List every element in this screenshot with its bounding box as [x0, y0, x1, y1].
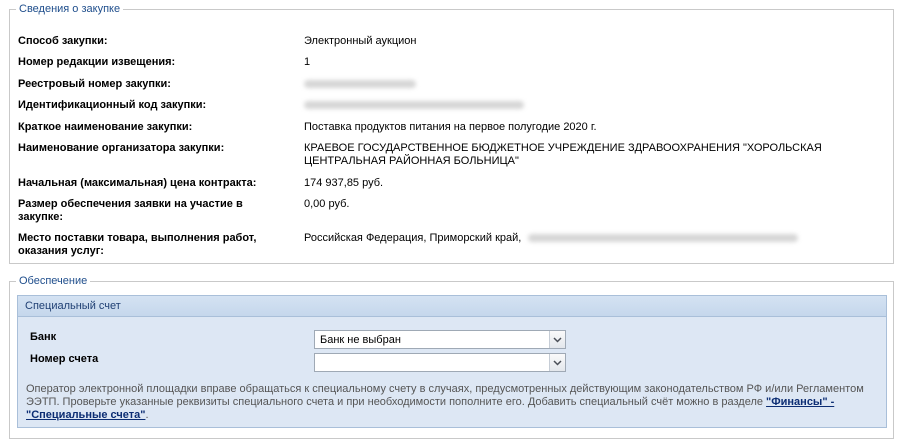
redacted-value [304, 80, 416, 89]
info-label: Место поставки товара, выполнения работ,… [18, 232, 257, 257]
info-value: 1 [304, 56, 311, 68]
info-label: Реестровый номер закупки: [18, 78, 171, 90]
bank-select[interactable]: Банк не выбран [314, 330, 566, 349]
info-value-redacted [304, 78, 869, 91]
redacted-value [528, 234, 799, 243]
info-value: 174 937,85 руб. [304, 177, 384, 189]
info-label: Способ закупки: [18, 35, 108, 47]
note-text: Оператор электронной площадки вправе обр… [26, 383, 864, 408]
info-value: 0,00 руб. [304, 198, 350, 210]
note-end: . [145, 409, 149, 421]
info-value-redacted [304, 99, 869, 112]
special-account-panel-title: Специальный счет [25, 300, 121, 312]
special-account-panel-header: Специальный счет [18, 296, 886, 317]
info-value: Электронный аукцион [304, 35, 417, 47]
special-account-note: Оператор электронной площадки вправе обр… [26, 383, 876, 422]
info-label: Наименование организатора закупки: [18, 142, 225, 154]
special-account-panel: Специальный счет Банк Банк не выбран Ном… [17, 295, 887, 428]
info-value: Поставка продуктов питания на первое пол… [304, 121, 597, 133]
chevron-down-icon[interactable] [549, 354, 565, 371]
info-label: Краткое наименование закупки: [18, 121, 193, 133]
chevron-down-icon[interactable] [549, 331, 565, 348]
account-number-label: Номер счета [30, 353, 99, 365]
info-value-partial: Российская Федерация, Приморский край, [304, 232, 869, 245]
procurement-info-legend: Сведения о закупке [16, 3, 124, 16]
account-number-select[interactable] [314, 353, 566, 372]
info-value: КРАЕВОЕ ГОСУДАРСТВЕННОЕ БЮДЖЕТНОЕ УЧРЕЖД… [304, 142, 822, 167]
bank-label: Банк [30, 331, 57, 343]
redacted-value [304, 101, 524, 110]
info-label: Размер обеспечения заявки на участие в з… [18, 198, 243, 223]
info-value: Российская Федерация, Приморский край, [304, 232, 522, 244]
info-label: Идентификационный код закупки: [18, 99, 207, 111]
info-label: Номер редакции извещения: [18, 56, 176, 68]
security-legend: Обеспечение [16, 275, 91, 288]
info-label: Начальная (максимальная) цена контракта: [18, 177, 257, 189]
bank-select-value: Банк не выбран [320, 334, 401, 346]
